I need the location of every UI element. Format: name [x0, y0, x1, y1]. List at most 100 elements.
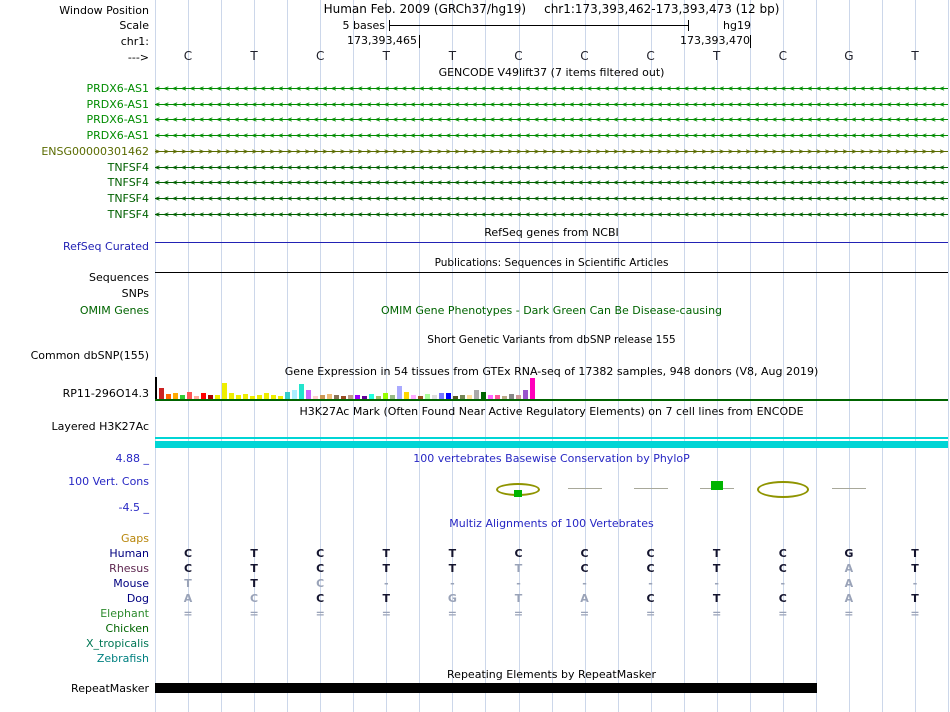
- gtex-expression-bar[interactable]: [390, 395, 395, 399]
- gene-item[interactable]: >>>>>>>>>>>>>>>>>>>>>>>>>>>>>>>>>>>>>>>>…: [155, 146, 948, 158]
- multiz-species-label[interactable]: Elephant: [100, 607, 149, 620]
- gtex-expression-bar[interactable]: [222, 383, 227, 399]
- gtex-expression-bar[interactable]: [278, 396, 283, 399]
- h3k27ac-label[interactable]: Layered H3K27Ac: [51, 420, 149, 433]
- gtex-expression-bar[interactable]: [334, 395, 339, 399]
- gtex-expression-bar[interactable]: [243, 394, 248, 399]
- multiz-species-label[interactable]: Zebrafish: [97, 652, 149, 665]
- gtex-expression-bar[interactable]: [159, 388, 164, 399]
- gene-item[interactable]: <<<<<<<<<<<<<<<<<<<<<<<<<<<<<<<<<<<<<<<<…: [155, 193, 948, 205]
- gtex-expression-bar[interactable]: [250, 396, 255, 399]
- gtex-expression-bar[interactable]: [264, 393, 269, 399]
- gene-item[interactable]: <<<<<<<<<<<<<<<<<<<<<<<<<<<<<<<<<<<<<<<<…: [155, 83, 948, 95]
- h3k27ac-signal-line[interactable]: [155, 437, 948, 439]
- gtex-expression-bar[interactable]: [362, 396, 367, 399]
- gtex-expression-bar[interactable]: [341, 396, 346, 399]
- gtex-expression-bar[interactable]: [432, 395, 437, 399]
- repeatmasker-element-bar[interactable]: [155, 683, 817, 693]
- gtex-expression-bar[interactable]: [201, 393, 206, 399]
- gtex-expression-bar[interactable]: [439, 393, 444, 399]
- gtex-expression-bar[interactable]: [530, 378, 535, 399]
- gtex-expression-bar[interactable]: [411, 395, 416, 399]
- gene-label[interactable]: PRDX6-AS1: [86, 129, 149, 142]
- gtex-expression-bar[interactable]: [313, 396, 318, 399]
- multiz-species-label[interactable]: Rhesus: [109, 562, 149, 575]
- gtex-expression-bar[interactable]: [292, 390, 297, 399]
- publications-item-line[interactable]: [155, 272, 948, 273]
- gtex-expression-bar[interactable]: [208, 395, 213, 399]
- omim-genes-label[interactable]: OMIM Genes: [80, 304, 149, 317]
- refseq-gene-line[interactable]: [155, 242, 948, 243]
- phylop-ellipse[interactable]: [757, 481, 809, 498]
- snps-label[interactable]: SNPs: [122, 287, 149, 300]
- dbsnp-label[interactable]: Common dbSNP(155): [31, 349, 149, 362]
- multiz-species-label[interactable]: Dog: [127, 592, 149, 605]
- gtex-expression-bar[interactable]: [502, 396, 507, 399]
- gtex-expression-bar[interactable]: [306, 390, 311, 399]
- gtex-expression-bar[interactable]: [271, 395, 276, 399]
- gtex-expression-bar[interactable]: [404, 392, 409, 399]
- gtex-expression-bar[interactable]: [180, 395, 185, 399]
- multiz-species-label[interactable]: Human: [109, 547, 149, 560]
- gene-item[interactable]: <<<<<<<<<<<<<<<<<<<<<<<<<<<<<<<<<<<<<<<<…: [155, 177, 948, 189]
- gtex-expression-bar[interactable]: [383, 393, 388, 399]
- gtex-expression-bar[interactable]: [453, 396, 458, 399]
- gtex-expression-bar[interactable]: [474, 390, 479, 399]
- gene-label[interactable]: TNFSF4: [108, 208, 149, 221]
- gtex-expression-bar[interactable]: [236, 395, 241, 399]
- h3k27ac-signal-band[interactable]: [155, 441, 948, 448]
- gene-item[interactable]: <<<<<<<<<<<<<<<<<<<<<<<<<<<<<<<<<<<<<<<<…: [155, 114, 948, 126]
- phylop-zero-line[interactable]: [634, 488, 668, 489]
- gtex-expression-bar[interactable]: [516, 395, 521, 399]
- gene-label[interactable]: PRDX6-AS1: [86, 82, 149, 95]
- phylop-zero-line[interactable]: [568, 488, 602, 489]
- gtex-expression-bar[interactable]: [348, 395, 353, 399]
- gtex-expression-bar[interactable]: [425, 394, 430, 399]
- gtex-expression-bar[interactable]: [327, 394, 332, 399]
- multiz-species-label[interactable]: Mouse: [113, 577, 149, 590]
- gene-item[interactable]: <<<<<<<<<<<<<<<<<<<<<<<<<<<<<<<<<<<<<<<<…: [155, 209, 948, 221]
- gtex-expression-bar[interactable]: [418, 396, 423, 399]
- gtex-expression-bar[interactable]: [194, 396, 199, 399]
- gtex-expression-bar[interactable]: [397, 386, 402, 399]
- gtex-expression-bar[interactable]: [467, 395, 472, 399]
- gtex-expression-bar[interactable]: [523, 390, 528, 399]
- gene-label[interactable]: TNFSF4: [108, 192, 149, 205]
- phylop-positive-mark[interactable]: [514, 490, 522, 497]
- multiz-species-label[interactable]: Chicken: [106, 622, 149, 635]
- gtex-expression-bar[interactable]: [460, 395, 465, 399]
- gtex-expression-bar[interactable]: [509, 394, 514, 399]
- gtex-expression-bar[interactable]: [166, 394, 171, 399]
- gene-label[interactable]: PRDX6-AS1: [86, 113, 149, 126]
- gtex-expression-bar[interactable]: [495, 395, 500, 399]
- gtex-expression-bar[interactable]: [215, 395, 220, 399]
- gtex-expression-bar[interactable]: [488, 395, 493, 399]
- gtex-gene-label[interactable]: RP11-296O14.3: [63, 387, 149, 400]
- gtex-expression-bar[interactable]: [257, 395, 262, 399]
- phylop-zero-line[interactable]: [832, 488, 866, 489]
- gtex-expression-bar[interactable]: [173, 393, 178, 399]
- gtex-expression-bar[interactable]: [446, 393, 451, 399]
- gene-item[interactable]: <<<<<<<<<<<<<<<<<<<<<<<<<<<<<<<<<<<<<<<<…: [155, 162, 948, 174]
- multiz-species-label[interactable]: Gaps: [121, 532, 149, 545]
- gene-label[interactable]: TNFSF4: [108, 161, 149, 174]
- multiz-species-label[interactable]: X_tropicalis: [86, 637, 149, 650]
- gene-label[interactable]: PRDX6-AS1: [86, 98, 149, 111]
- sequences-label[interactable]: Sequences: [89, 271, 149, 284]
- gtex-expression-bar[interactable]: [285, 392, 290, 399]
- gtex-expression-bar[interactable]: [320, 395, 325, 399]
- gtex-expression-bar[interactable]: [229, 393, 234, 399]
- phylop-positive-bar[interactable]: [711, 481, 723, 490]
- refseq-curated-label[interactable]: RefSeq Curated: [63, 240, 149, 253]
- gtex-expression-bar[interactable]: [299, 384, 304, 399]
- gene-item[interactable]: <<<<<<<<<<<<<<<<<<<<<<<<<<<<<<<<<<<<<<<<…: [155, 130, 948, 142]
- gtex-expression-bar[interactable]: [481, 392, 486, 399]
- gtex-expression-bar[interactable]: [187, 392, 192, 399]
- gene-item[interactable]: <<<<<<<<<<<<<<<<<<<<<<<<<<<<<<<<<<<<<<<<…: [155, 99, 948, 111]
- gene-label[interactable]: ENSG00000301462: [41, 145, 149, 158]
- repeatmasker-label[interactable]: RepeatMasker: [71, 682, 149, 695]
- gtex-expression-bar[interactable]: [369, 394, 374, 399]
- gtex-expression-bar[interactable]: [355, 395, 360, 399]
- gtex-expression-bar[interactable]: [376, 396, 381, 399]
- gene-label[interactable]: TNFSF4: [108, 176, 149, 189]
